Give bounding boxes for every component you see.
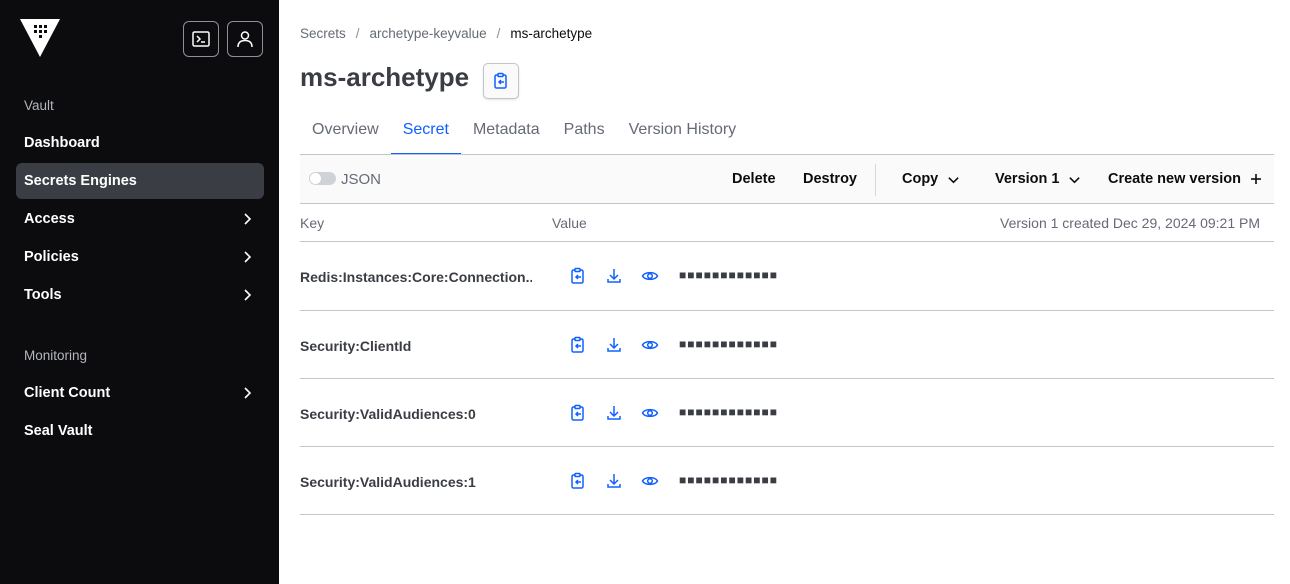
user-icon	[237, 31, 253, 48]
tab-secret[interactable]: Secret	[390, 113, 461, 155]
tab-metadata[interactable]: Metadata	[461, 113, 552, 155]
sidebar-item-client-count[interactable]: Client Count	[16, 375, 264, 411]
chevron-down-icon	[1069, 176, 1081, 183]
column-header-key: Key	[300, 215, 325, 231]
create-new-version-button[interactable]: Create new version	[1108, 171, 1262, 187]
breadcrumb-link-secrets[interactable]: Secrets	[300, 26, 346, 41]
copy-dropdown-button[interactable]: Copy	[902, 171, 960, 187]
destroy-button[interactable]: Destroy	[803, 171, 857, 187]
eye-icon[interactable]	[641, 472, 659, 490]
user-menu-button[interactable]	[227, 21, 263, 57]
download-icon[interactable]	[605, 267, 623, 285]
sidebar-item-secrets-engines[interactable]: Secrets Engines	[16, 163, 264, 199]
json-toggle[interactable]	[309, 172, 336, 185]
version-label: Version 1	[995, 171, 1060, 187]
main-content: Secrets / archetype-keyvalue / ms-archet…	[279, 0, 1290, 584]
secret-key: Security:ValidAudiences:1	[300, 474, 476, 490]
download-icon[interactable]	[605, 472, 623, 490]
secret-key: Security:ClientId	[300, 338, 412, 354]
create-label: Create new version	[1108, 171, 1241, 187]
copy-path-button[interactable]	[483, 63, 519, 99]
chevron-right-icon	[244, 387, 252, 399]
breadcrumb-separator: /	[355, 26, 360, 41]
sidebar-item-label: Secrets Engines	[24, 173, 137, 189]
delete-button[interactable]: Delete	[732, 171, 776, 187]
clipboard-copy-icon[interactable]	[569, 336, 587, 354]
download-icon[interactable]	[605, 336, 623, 354]
page-title: ms-archetype	[300, 62, 470, 92]
secret-toolbar: JSON Delete Destroy Copy Version 1 Creat…	[300, 154, 1274, 204]
breadcrumb: Secrets / archetype-keyvalue / ms-archet…	[300, 26, 592, 41]
nav-heading-monitoring: Monitoring	[24, 348, 88, 363]
table-row: Redis:Instances:Core:Connection... ■■■■■…	[300, 241, 1274, 310]
sidebar-item-access[interactable]: Access	[16, 201, 264, 237]
breadcrumb-separator: /	[496, 26, 501, 41]
copy-label: Copy	[902, 171, 939, 187]
sidebar-item-label: Seal Vault	[24, 423, 93, 439]
eye-icon[interactable]	[641, 404, 659, 422]
delete-label: Delete	[732, 171, 776, 187]
tab-bar: Overview Secret Metadata Paths Version H…	[300, 113, 748, 155]
table-row: Security:ClientId ■■■■■■■■■■■■	[300, 310, 1274, 379]
tab-version-history[interactable]: Version History	[617, 113, 749, 155]
vault-logo-icon[interactable]	[20, 19, 60, 59]
chevron-right-icon	[244, 213, 252, 225]
table-row: Security:ValidAudiences:0 ■■■■■■■■■■■■	[300, 378, 1274, 447]
table-row: Security:ValidAudiences:1 ■■■■■■■■■■■■	[300, 446, 1274, 515]
tab-paths[interactable]: Paths	[552, 113, 617, 155]
plus-icon	[1250, 174, 1261, 184]
sidebar-item-label: Client Count	[24, 385, 111, 401]
sidebar-item-label: Access	[24, 211, 75, 227]
chevron-right-icon	[244, 289, 252, 301]
clipboard-copy-icon[interactable]	[569, 267, 587, 285]
clipboard-copy-icon[interactable]	[569, 404, 587, 422]
download-icon[interactable]	[605, 404, 623, 422]
nav-heading-vault: Vault	[24, 98, 54, 113]
sidebar-item-label: Dashboard	[24, 135, 100, 151]
sidebar-item-seal-vault[interactable]: Seal Vault	[16, 413, 264, 449]
masked-value: ■■■■■■■■■■■■	[679, 405, 778, 419]
masked-value: ■■■■■■■■■■■■	[679, 337, 778, 351]
clipboard-copy-icon	[494, 72, 507, 89]
masked-value: ■■■■■■■■■■■■	[679, 473, 778, 487]
chevron-down-icon	[948, 176, 959, 183]
console-button[interactable]	[183, 21, 219, 57]
sidebar-item-tools[interactable]: Tools	[16, 277, 264, 313]
toolbar-divider	[875, 164, 876, 196]
secret-key: Redis:Instances:Core:Connection...	[300, 269, 532, 285]
masked-value: ■■■■■■■■■■■■	[679, 268, 778, 282]
sidebar-item-dashboard[interactable]: Dashboard	[16, 125, 264, 161]
secret-key: Security:ValidAudiences:0	[300, 406, 476, 422]
clipboard-copy-icon[interactable]	[569, 472, 587, 490]
breadcrumb-link-engine[interactable]: archetype-keyvalue	[370, 26, 487, 41]
column-header-value: Value	[552, 215, 587, 231]
version-dropdown-button[interactable]: Version 1	[995, 171, 1081, 187]
eye-icon[interactable]	[641, 267, 659, 285]
version-created-info: Version 1 created Dec 29, 2024 09:21 PM	[1000, 215, 1260, 231]
sidebar: Vault Dashboard Secrets Engines Access P…	[0, 0, 279, 584]
json-toggle-label: JSON	[341, 171, 382, 188]
tab-overview[interactable]: Overview	[300, 113, 391, 155]
sidebar-item-label: Tools	[24, 287, 62, 303]
chevron-right-icon	[244, 251, 252, 263]
sidebar-item-label: Policies	[24, 249, 79, 265]
breadcrumb-current: ms-archetype	[510, 26, 593, 41]
destroy-label: Destroy	[803, 171, 857, 187]
terminal-icon	[192, 31, 210, 47]
sidebar-item-policies[interactable]: Policies	[16, 239, 264, 275]
eye-icon[interactable]	[641, 336, 659, 354]
